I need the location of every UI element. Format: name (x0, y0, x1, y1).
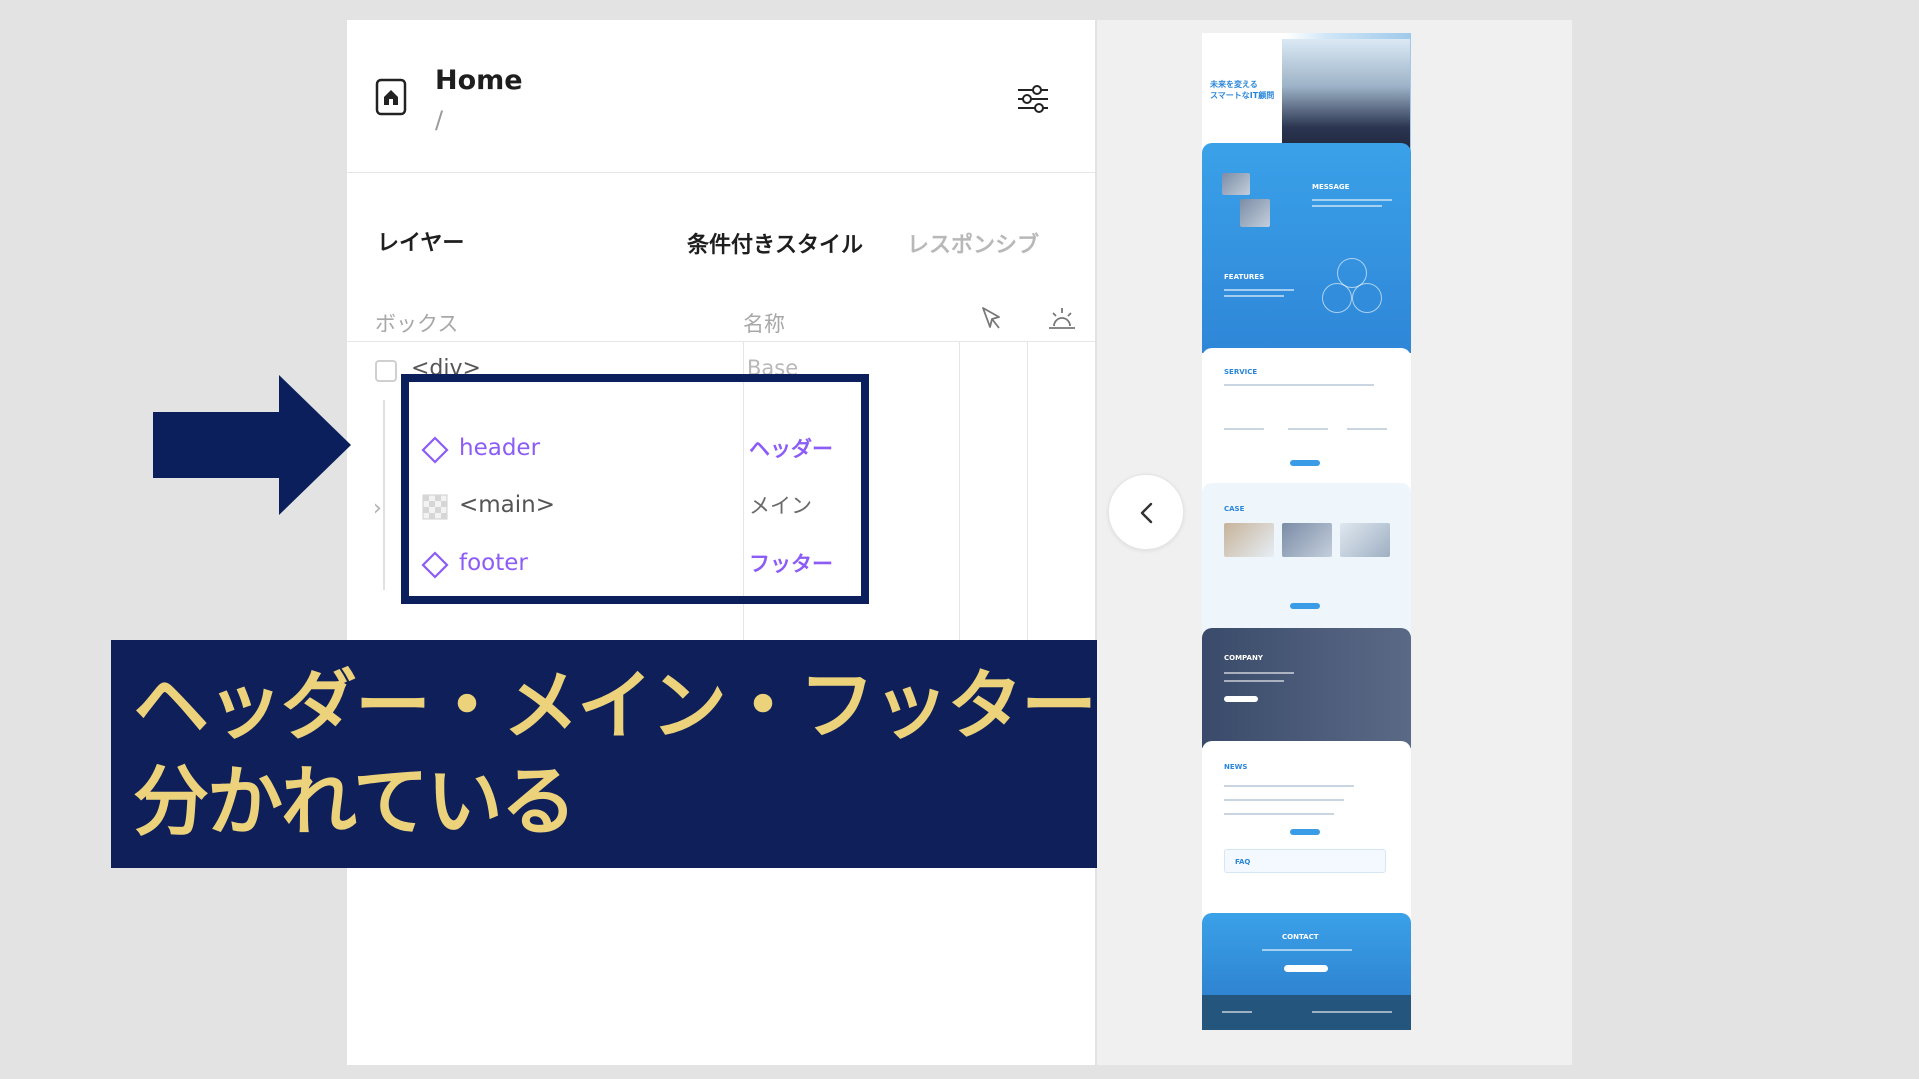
text-line (1224, 785, 1354, 787)
page-path: / (435, 106, 444, 134)
preview-section-label: CASE (1224, 505, 1245, 513)
tab-layers[interactable]: レイヤー (377, 225, 464, 257)
caption-banner: ヘッダー・メイン・フッターに 分かれている (111, 640, 1171, 868)
text-line (1312, 1011, 1392, 1013)
preview-case: CASE (1202, 483, 1411, 633)
preview-image (1224, 523, 1274, 557)
hero-photo (1282, 39, 1410, 157)
hero-title-line1: 未来を変える (1210, 80, 1258, 89)
preview-button (1290, 460, 1320, 466)
preview-section-label: FEATURES (1224, 273, 1265, 281)
text-line (1224, 680, 1284, 682)
preview-faq-box: FAQ (1224, 849, 1386, 873)
hero-title-line2: スマートなIT顧問 (1210, 91, 1275, 100)
preview-button (1224, 696, 1258, 702)
chevron-left-icon (1140, 502, 1153, 524)
column-box: ボックス (375, 312, 459, 336)
preview-section-label: MESSAGE (1312, 183, 1350, 191)
preview-company: COMPANY (1202, 628, 1411, 748)
preview-image (1222, 173, 1250, 195)
page-preview-thumbnail[interactable]: 未来を変える スマートなIT顧問 MESSAGE FEATURES SERVIC… (1202, 33, 1411, 1030)
text-line (1224, 672, 1294, 674)
cursor-state-icon[interactable] (977, 304, 1007, 334)
preview-footer (1202, 995, 1411, 1030)
preview-section-label: COMPANY (1224, 654, 1263, 662)
preview-button (1290, 603, 1320, 609)
preview-message-features: MESSAGE FEATURES (1202, 143, 1411, 353)
tab-responsive[interactable]: レスポンシブ (907, 227, 1039, 259)
preview-section-label: SERVICE (1224, 368, 1258, 376)
preview-button (1290, 829, 1320, 835)
preview-section-label: FAQ (1235, 858, 1251, 866)
page-title: Home (435, 65, 523, 96)
column-name: 名称 (743, 312, 785, 336)
preview-image (1240, 199, 1270, 227)
preview-hero: 未来を変える スマートなIT顧問 (1202, 33, 1411, 157)
highlight-frame (401, 374, 869, 604)
hero-title: 未来を変える スマートなIT顧問 (1210, 79, 1274, 101)
text-line (1224, 428, 1264, 430)
text-line (1312, 205, 1382, 207)
collapse-panel-button[interactable] (1108, 474, 1184, 550)
text-line (1224, 295, 1284, 297)
home-page-icon (375, 78, 407, 116)
text-line (1222, 1011, 1252, 1013)
layer-column-header: ボックス 名称 (347, 298, 1095, 342)
sunrise-icon[interactable] (1047, 304, 1077, 334)
preview-image (1340, 523, 1390, 557)
layer-checkbox[interactable] (375, 360, 397, 382)
panel-tabs: レイヤー 条件付きスタイル レスポンシブ (347, 225, 1095, 275)
pointer-arrow-icon (153, 375, 351, 515)
feature-circle (1322, 283, 1352, 313)
text-line (1347, 428, 1387, 430)
preview-section-label: CONTACT (1282, 933, 1319, 941)
text-line (1312, 199, 1392, 201)
text-line (1224, 813, 1334, 815)
feature-circle (1352, 283, 1382, 313)
caption-line-2: 分かれている (133, 757, 577, 846)
page-header: Home / (347, 20, 1095, 173)
tab-conditional-styles[interactable]: 条件付きスタイル (687, 227, 863, 259)
preview-button (1284, 965, 1328, 972)
page-settings-icon[interactable] (1015, 80, 1051, 116)
preview-service: SERVICE (1202, 348, 1411, 488)
text-line (1224, 384, 1374, 386)
preview-section-label: NEWS (1224, 763, 1248, 771)
preview-image (1282, 523, 1332, 557)
text-line (1224, 799, 1344, 801)
text-line (1288, 428, 1328, 430)
text-line (1224, 289, 1294, 291)
text-line (1262, 949, 1352, 951)
caption-line-1: ヘッダー・メイン・フッターに (133, 661, 1171, 750)
